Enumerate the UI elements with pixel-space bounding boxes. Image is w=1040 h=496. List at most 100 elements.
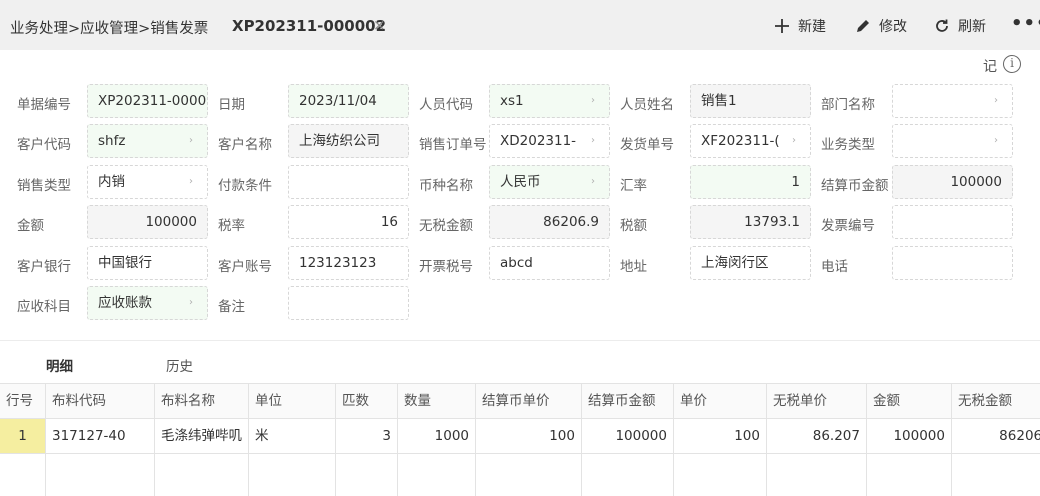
empty-cell xyxy=(155,454,249,496)
table-cell[interactable]: 100 xyxy=(674,419,767,453)
invoice-no-field[interactable] xyxy=(892,205,1013,239)
currency-value: 人民币 xyxy=(500,174,541,190)
rate-label: 汇率 xyxy=(620,178,647,194)
column-header[interactable]: 无税金额 xyxy=(952,384,1040,418)
column-header[interactable]: 匹数 xyxy=(336,384,398,418)
shipment-value: XF202311-( xyxy=(701,133,780,149)
table-row[interactable]: 1 317127-40 毛涤纬弹哔叽米 3 1000 100 100000 100 86.207… xyxy=(0,419,1040,454)
tax-id-field[interactable]: abcd xyxy=(489,246,610,280)
pay-terms-label: 付款条件 xyxy=(218,178,272,194)
pay-terms-field[interactable] xyxy=(288,165,409,199)
table-cell[interactable]: 1000 xyxy=(398,419,476,453)
table-cell[interactable]: 米 xyxy=(249,419,336,453)
staff-code-field[interactable]: xs1 › xyxy=(489,84,610,118)
empty-cell xyxy=(767,454,867,496)
date-label: 日期 xyxy=(218,97,245,113)
currency-field[interactable]: 人民币 › xyxy=(489,165,610,199)
tax-rate-field[interactable]: 16 xyxy=(288,205,409,239)
new-button[interactable]: 新建 xyxy=(774,16,826,36)
edit-button[interactable]: 修改 xyxy=(855,16,907,36)
amount-field[interactable]: 100000 xyxy=(87,205,208,239)
bank-field[interactable]: 中国银行 xyxy=(87,246,208,280)
dept-field[interactable]: › xyxy=(892,84,1013,118)
chevron-right-icon: › xyxy=(189,297,193,308)
sale-type-label: 销售类型 xyxy=(17,178,71,194)
column-header[interactable]: 布料代码 xyxy=(46,384,155,418)
column-header[interactable]: 布料名称 xyxy=(155,384,249,418)
chevron-right-icon: › xyxy=(591,95,595,106)
empty-cell xyxy=(0,454,46,496)
chevron-right-icon: › xyxy=(994,135,998,146)
column-header[interactable]: 金额 xyxy=(867,384,952,418)
sales-order-label: 销售订单号 xyxy=(419,137,487,153)
phone-label: 电话 xyxy=(821,259,848,275)
more-options-icon[interactable]: ••• xyxy=(1011,13,1040,34)
cust-code-value: shfz xyxy=(98,133,126,149)
table-cell[interactable]: 100000 xyxy=(867,419,952,453)
table-cell[interactable]: 86.207 xyxy=(767,419,867,453)
pencil-icon xyxy=(857,20,869,32)
column-header[interactable]: 单价 xyxy=(674,384,767,418)
breadcrumb[interactable]: 业务处理>应收管理>销售发票 xyxy=(10,17,208,38)
empty-cell xyxy=(336,454,398,496)
sales-order-field[interactable]: XD202311- › xyxy=(489,124,610,158)
table-cell[interactable]: 100000 xyxy=(582,419,674,453)
biz-type-label: 业务类型 xyxy=(821,137,875,153)
chevron-right-icon: › xyxy=(189,135,193,146)
sales-order-value: XD202311- xyxy=(500,133,577,149)
section-divider xyxy=(0,340,1040,341)
tab-detail[interactable]: 明细 xyxy=(46,355,73,375)
ar-account-field[interactable]: 应收账款 › xyxy=(87,286,208,320)
cust-name-field[interactable]: 上海纺织公司 xyxy=(288,124,409,158)
edit-button-label: 修改 xyxy=(879,19,907,35)
phone-field[interactable] xyxy=(892,246,1013,280)
new-button-label: 新建 xyxy=(798,19,826,35)
shipment-field[interactable]: XF202311-(› xyxy=(690,124,811,158)
grid-empty-area xyxy=(0,454,1040,496)
chevron-right-icon: › xyxy=(591,135,595,146)
account-label: 客户账号 xyxy=(218,259,272,275)
empty-cell xyxy=(582,454,674,496)
ar-account-label: 应收科目 xyxy=(17,299,71,315)
net-amount-field[interactable]: 86206.9 xyxy=(489,205,610,239)
settle-amount-label: 结算币金额 xyxy=(821,178,889,194)
info-icon[interactable]: i xyxy=(1003,55,1021,73)
tab-history[interactable]: 历史 xyxy=(166,355,193,375)
close-tab-icon[interactable]: × xyxy=(373,16,386,34)
doc-no-field[interactable]: XP202311-000002 xyxy=(87,84,208,118)
tax-amount-label: 税额 xyxy=(620,218,647,234)
tax-rate-label: 税率 xyxy=(218,218,245,234)
note-link[interactable]: 记 xyxy=(983,56,997,76)
document-tab[interactable]: XP202311-000002 xyxy=(232,17,386,35)
empty-cell xyxy=(249,454,336,496)
biz-type-field[interactable]: › xyxy=(892,124,1013,158)
sale-type-field[interactable]: 内销 › xyxy=(87,165,208,199)
column-header[interactable]: 数量 xyxy=(398,384,476,418)
column-header[interactable]: 结算币金额 xyxy=(582,384,674,418)
cust-code-field[interactable]: shfz › xyxy=(87,124,208,158)
table-cell[interactable]: 317127-40 xyxy=(46,419,155,453)
address-field[interactable]: 上海闵行区 xyxy=(690,246,811,280)
table-cell[interactable]: 3 xyxy=(336,419,398,453)
staff-name-label: 人员姓名 xyxy=(620,97,674,113)
empty-cell xyxy=(952,454,1040,496)
tax-amount-field[interactable]: 13793.1 xyxy=(690,205,811,239)
refresh-button[interactable]: 刷新 xyxy=(934,16,986,36)
column-header[interactable]: 单位 xyxy=(249,384,336,418)
column-header[interactable]: 无税单价 xyxy=(767,384,867,418)
staff-name-field[interactable]: 销售1 xyxy=(690,84,811,118)
settle-amount-field[interactable]: 100000 xyxy=(892,165,1013,199)
column-header[interactable]: 结算币单价 xyxy=(476,384,582,418)
table-cell[interactable]: 1 xyxy=(0,419,46,453)
staff-code-label: 人员代码 xyxy=(419,97,473,113)
table-cell[interactable]: 100 xyxy=(476,419,582,453)
table-cell[interactable]: 86206.9 xyxy=(952,419,1040,453)
account-field[interactable]: 123123123 xyxy=(288,246,409,280)
bank-label: 客户银行 xyxy=(17,259,71,275)
rate-field[interactable]: 1 xyxy=(690,165,811,199)
amount-label: 金额 xyxy=(17,218,44,234)
column-header[interactable]: 行号 xyxy=(0,384,46,418)
remark-field[interactable] xyxy=(288,286,409,320)
date-field[interactable]: 2023/11/04 xyxy=(288,84,409,118)
table-cell[interactable]: 毛涤纬弹哔叽 xyxy=(155,419,249,453)
